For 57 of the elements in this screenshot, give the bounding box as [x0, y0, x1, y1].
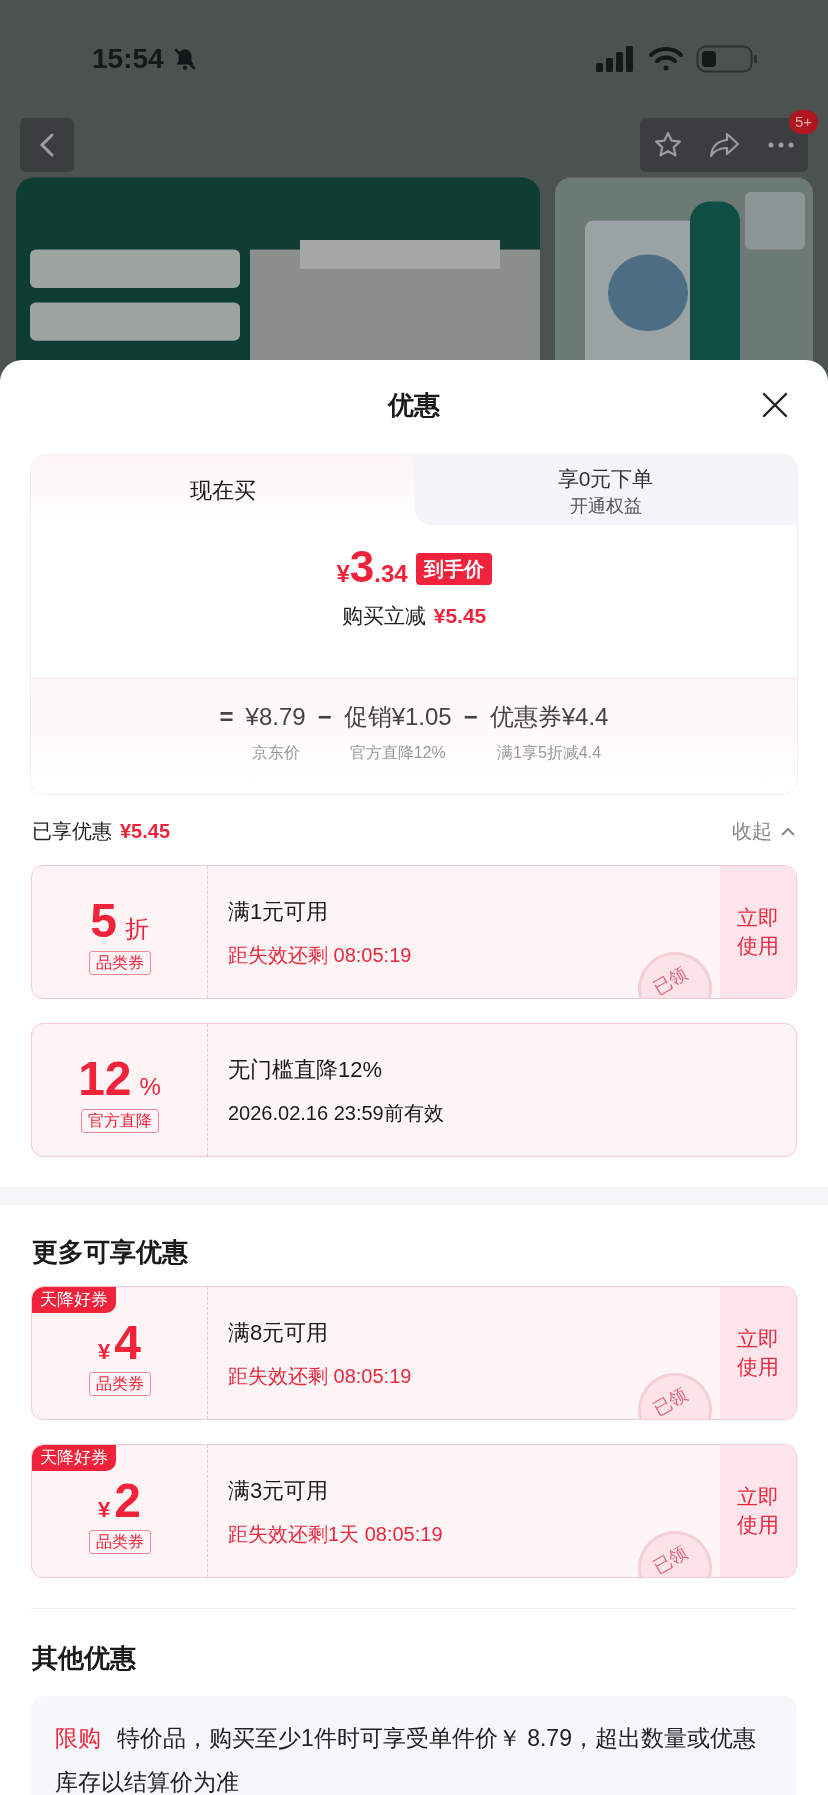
coupon-expiry: 距失效还剩 08:05:19 — [228, 1363, 413, 1389]
coupon-unit: 折 — [124, 914, 149, 944]
operator: = — [219, 702, 234, 732]
coupon-value: 4 — [114, 1318, 141, 1367]
final-price: ¥3.34 — [336, 545, 408, 592]
operator: − — [463, 702, 478, 732]
section-title: 其他优惠 — [32, 1643, 136, 1673]
coupon-expiry: 2026.02.16 23:59前有效 — [228, 1100, 445, 1126]
reduction-amount: ¥5.45 — [433, 603, 487, 629]
section-title: 更多可享优惠 — [32, 1237, 188, 1267]
breakdown-caption: 满1享5折减4.4 — [497, 743, 602, 763]
close-icon[interactable] — [762, 392, 788, 418]
enjoyed-amount: ¥5.45 — [120, 819, 171, 844]
coupon-condition: 满8元可用 — [228, 1318, 330, 1347]
breakdown-caption: 官方直降12% — [349, 743, 446, 763]
breakdown-amount: 促销¥1.05 — [343, 702, 452, 732]
coupon-type-tag: 官方直降 — [80, 1109, 159, 1133]
breakdown-amount: ¥8.79 — [245, 702, 306, 732]
back-icon — [39, 132, 55, 158]
coupon-ribbon: 天降好券 — [32, 1287, 116, 1313]
reduction-label: 购买立减 — [341, 603, 426, 629]
coupon-value: 5 — [90, 897, 117, 945]
coupon-type-tag: 品类券 — [88, 1529, 151, 1554]
coupon-condition: 满1元可用 — [228, 897, 330, 926]
use-now-button[interactable]: 立即使用 — [720, 866, 796, 998]
coupon-expiry: 距失效还剩1天 08:05:19 — [228, 1521, 444, 1547]
currency-symbol: ¥ — [98, 1337, 111, 1366]
wifi-icon — [648, 46, 684, 72]
operator: − — [317, 702, 332, 732]
battery-icon — [696, 45, 758, 73]
use-now-button[interactable]: 立即使用 — [720, 1287, 796, 1419]
back-button[interactable] — [20, 118, 74, 172]
coupon-condition: 无门槛直降12% — [228, 1055, 384, 1084]
share-icon[interactable] — [709, 131, 741, 159]
coupon-value: 2 — [114, 1476, 141, 1525]
coupon-type-tag: 品类券 — [88, 951, 151, 975]
breakdown-caption: 京东价 — [251, 743, 300, 763]
coupon-value: 12 — [78, 1055, 132, 1103]
breakdown-amount: 优惠券¥4.4 — [489, 702, 609, 732]
coupon-type-tag: 品类券 — [88, 1371, 151, 1396]
enjoyed-label: 已享优惠 — [32, 819, 112, 844]
signal-icon — [596, 46, 636, 72]
final-price-tag: 到手价 — [415, 552, 492, 585]
coupon-unit: % — [139, 1072, 161, 1102]
more-icon[interactable] — [767, 141, 795, 149]
coupon-ribbon: 天降好券 — [32, 1445, 116, 1471]
star-icon[interactable] — [653, 130, 683, 160]
currency-symbol: ¥ — [98, 1495, 111, 1524]
use-now-button[interactable]: 立即使用 — [720, 1445, 796, 1577]
promo-note: 限购 特价品，购买至少1件时可享受单件价￥ 8.79，超出数量或优惠库存以结算价为准 — [55, 1724, 757, 1795]
coupon-expiry: 距失效还剩 08:05:19 — [228, 942, 413, 968]
status-time: 15:54 — [92, 42, 164, 76]
coupon-condition: 满3元可用 — [228, 1476, 330, 1505]
chevron-up-icon — [780, 826, 796, 836]
collapse-toggle[interactable]: 收起 — [732, 816, 796, 846]
price-tab[interactable]: 享0元下单 开通权益 — [414, 455, 797, 525]
sheet-title: 优惠 — [388, 388, 440, 422]
